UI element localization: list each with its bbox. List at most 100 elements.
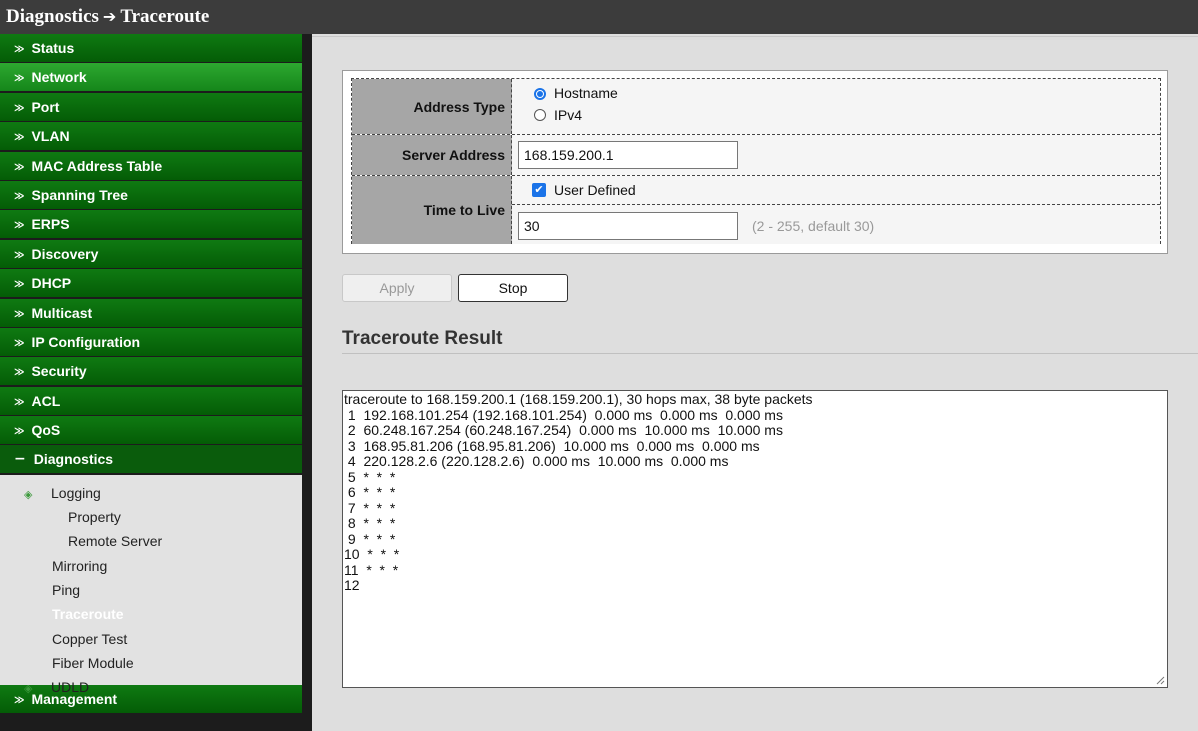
sidebar-subitem-fiber-module[interactable]: Fiber Module: [0, 651, 302, 675]
sidebar-item-label: DHCP: [31, 275, 72, 292]
sidebar-item-vlan[interactable]: ≫ VLAN: [0, 122, 302, 151]
traceroute-result-title: Traceroute Result: [342, 328, 503, 349]
sidebar: ≫ Status ≫ Network ≫ Port ≫ VLAN ≫ MAC Addres…: [0, 34, 312, 731]
result-line: traceroute to 168.159.200.1 (168.159.200…: [344, 391, 813, 407]
section-divider: [342, 353, 1198, 354]
sidebar-item-label: ACL: [31, 392, 61, 409]
sidebar-subitem-ping[interactable]: Ping: [0, 578, 302, 602]
sidebar-item-erps[interactable]: ≫ ERPS: [0, 210, 302, 239]
divider: [312, 36, 1198, 37]
result-line: 8 * * *: [344, 515, 396, 531]
address-type-label: Address Type: [352, 79, 512, 134]
sidebar-item-dhcp[interactable]: ≫ DHCP: [0, 269, 302, 298]
collapse-icon: −: [14, 451, 26, 468]
chevron-down-icon: ≫: [14, 337, 25, 349]
chevron-down-icon: ≫: [14, 102, 25, 114]
sidebar-item-acl[interactable]: ≫ ACL: [0, 386, 302, 415]
sidebar-subitem-remote-server[interactable]: Remote Server: [0, 529, 302, 553]
result-line: 1 192.168.101.254 (192.168.101.254) 0.00…: [344, 406, 783, 423]
resize-grip-icon[interactable]: [1155, 675, 1165, 685]
sidebar-item-port[interactable]: ≫ Port: [0, 92, 302, 121]
sidebar-item-label: Network: [31, 69, 87, 86]
sidebar-item-spanning-tree[interactable]: ≫ Spanning Tree: [0, 180, 302, 209]
hostname-radio[interactable]: [534, 88, 546, 100]
sidebar-item-label: VLAN: [31, 128, 70, 145]
ttl-input[interactable]: [518, 212, 738, 240]
folder-open-icon: ◈: [24, 487, 33, 501]
sidebar-item-label: MAC Address Table: [31, 157, 163, 174]
ttl-cell: ✔ User Defined (2 - 255, default 30): [512, 176, 1160, 244]
server-address-label: Server Address: [352, 135, 512, 175]
sidebar-item-label: IP Configuration: [31, 333, 141, 350]
row-server-address: Server Address: [352, 135, 1160, 176]
user-defined-checkbox[interactable]: ✔: [532, 183, 546, 197]
traceroute-form: Address Type Hostname IPv4 Server Addres…: [342, 70, 1168, 254]
sidebar-item-diagnostics[interactable]: − Diagnostics: [0, 445, 302, 474]
row-address-type: Address Type Hostname IPv4: [352, 79, 1160, 135]
result-line: 5 * * *: [344, 468, 396, 485]
diagnostics-submenu: ◈ Logging Property Remote Server Mirrorin…: [0, 474, 302, 695]
sidebar-column: ≫ Status ≫ Network ≫ Port ≫ VLAN ≫ MAC Addres…: [0, 34, 302, 731]
apply-button[interactable]: Apply: [342, 274, 452, 302]
result-line: 11 * * *: [344, 561, 399, 578]
result-line: 10 * * *: [344, 546, 400, 562]
chevron-down-icon: ≫: [14, 279, 25, 291]
sidebar-item-label: Multicast: [31, 304, 93, 321]
chevron-down-icon: ≫: [14, 249, 25, 261]
ttl-label: Time to Live: [352, 176, 512, 244]
sidebar-subitem-traceroute[interactable]: Traceroute: [0, 602, 302, 626]
row-time-to-live: Time to Live ✔ User Defined (2 - 255, de…: [352, 176, 1160, 244]
sidebar-item-label: QoS: [31, 422, 61, 439]
sidebar-item-label: Spanning Tree: [31, 186, 128, 203]
sidebar-item-label: Diagnostics: [33, 451, 114, 468]
sidebar-item-network[interactable]: ≫ Network: [0, 63, 302, 92]
result-line: 2 60.248.167.254 (60.248.167.254) 0.000 …: [344, 422, 783, 438]
sidebar-subitem-property[interactable]: Property: [0, 505, 302, 529]
chevron-down-icon: ≫: [14, 190, 25, 202]
result-line: 3 168.95.81.206 (168.95.81.206) 10.000 m…: [344, 437, 760, 454]
sidebar-item-label: Discovery: [31, 245, 99, 262]
title-section: Diagnostics: [6, 6, 99, 27]
chevron-down-icon: ≫: [14, 367, 25, 379]
sidebar-item-qos[interactable]: ≫ QoS: [0, 416, 302, 445]
chevron-down-icon: ≫: [14, 426, 25, 438]
sidebar-item-status[interactable]: ≫ Status: [0, 34, 302, 62]
chevron-down-icon: ≫: [14, 73, 25, 85]
form-table: Address Type Hostname IPv4 Server Addres…: [351, 78, 1161, 244]
chevron-down-icon: ≫: [14, 161, 25, 173]
sidebar-item-ip-configuration[interactable]: ≫ IP Configuration: [0, 327, 302, 356]
chevron-down-icon: ≫: [14, 220, 25, 232]
sidebar-item-security[interactable]: ≫ Security: [0, 357, 302, 386]
sidebar-subitem-logging[interactable]: ◈ Logging: [0, 481, 302, 505]
sidebar-item-mac-address-table[interactable]: ≫ MAC Address Table: [0, 151, 302, 180]
sidebar-item-label: Security: [31, 363, 87, 380]
page-title-bar: Diagnostics ➔ Traceroute: [0, 0, 1198, 34]
title-page: Traceroute: [120, 6, 210, 27]
user-defined-label[interactable]: User Defined: [554, 182, 636, 198]
arrow-icon: ➔: [102, 7, 117, 26]
ipv4-radio-label[interactable]: IPv4: [554, 107, 582, 123]
ttl-checkbox-row: ✔ User Defined: [512, 176, 1160, 205]
sidebar-item-multicast[interactable]: ≫ Multicast: [0, 298, 302, 327]
result-line: 4 220.128.2.6 (220.128.2.6) 0.000 ms 10.…: [344, 453, 729, 469]
address-type-options: Hostname IPv4: [512, 79, 1160, 134]
sidebar-subitem-mirroring[interactable]: Mirroring: [0, 554, 302, 578]
sidebar-item-label: ERPS: [31, 216, 70, 233]
sidebar-item-discovery[interactable]: ≫ Discovery: [0, 239, 302, 268]
result-line: 9 * * *: [344, 530, 396, 547]
sidebar-item-management[interactable]: ≫ Management: [0, 684, 302, 713]
main-content: Address Type Hostname IPv4 Server Addres…: [312, 34, 1198, 731]
hostname-radio-label[interactable]: Hostname: [554, 85, 618, 101]
chevron-down-icon: ≫: [14, 44, 25, 55]
chevron-down-icon: ≫: [14, 396, 25, 408]
result-line: 12: [344, 577, 360, 593]
sidebar-item-label: Port: [31, 98, 60, 115]
stop-button[interactable]: Stop: [458, 274, 568, 302]
traceroute-result-textarea[interactable]: traceroute to 168.159.200.1 (168.159.200…: [342, 390, 1168, 688]
result-line: 7 * * *: [344, 499, 396, 516]
sidebar-item-label: Management: [31, 690, 118, 707]
sidebar-subitem-copper-test[interactable]: Copper Test: [0, 627, 302, 651]
ipv4-radio[interactable]: [534, 109, 546, 121]
server-address-input[interactable]: [518, 141, 738, 169]
sidebar-subitem-label: Logging: [51, 484, 101, 501]
